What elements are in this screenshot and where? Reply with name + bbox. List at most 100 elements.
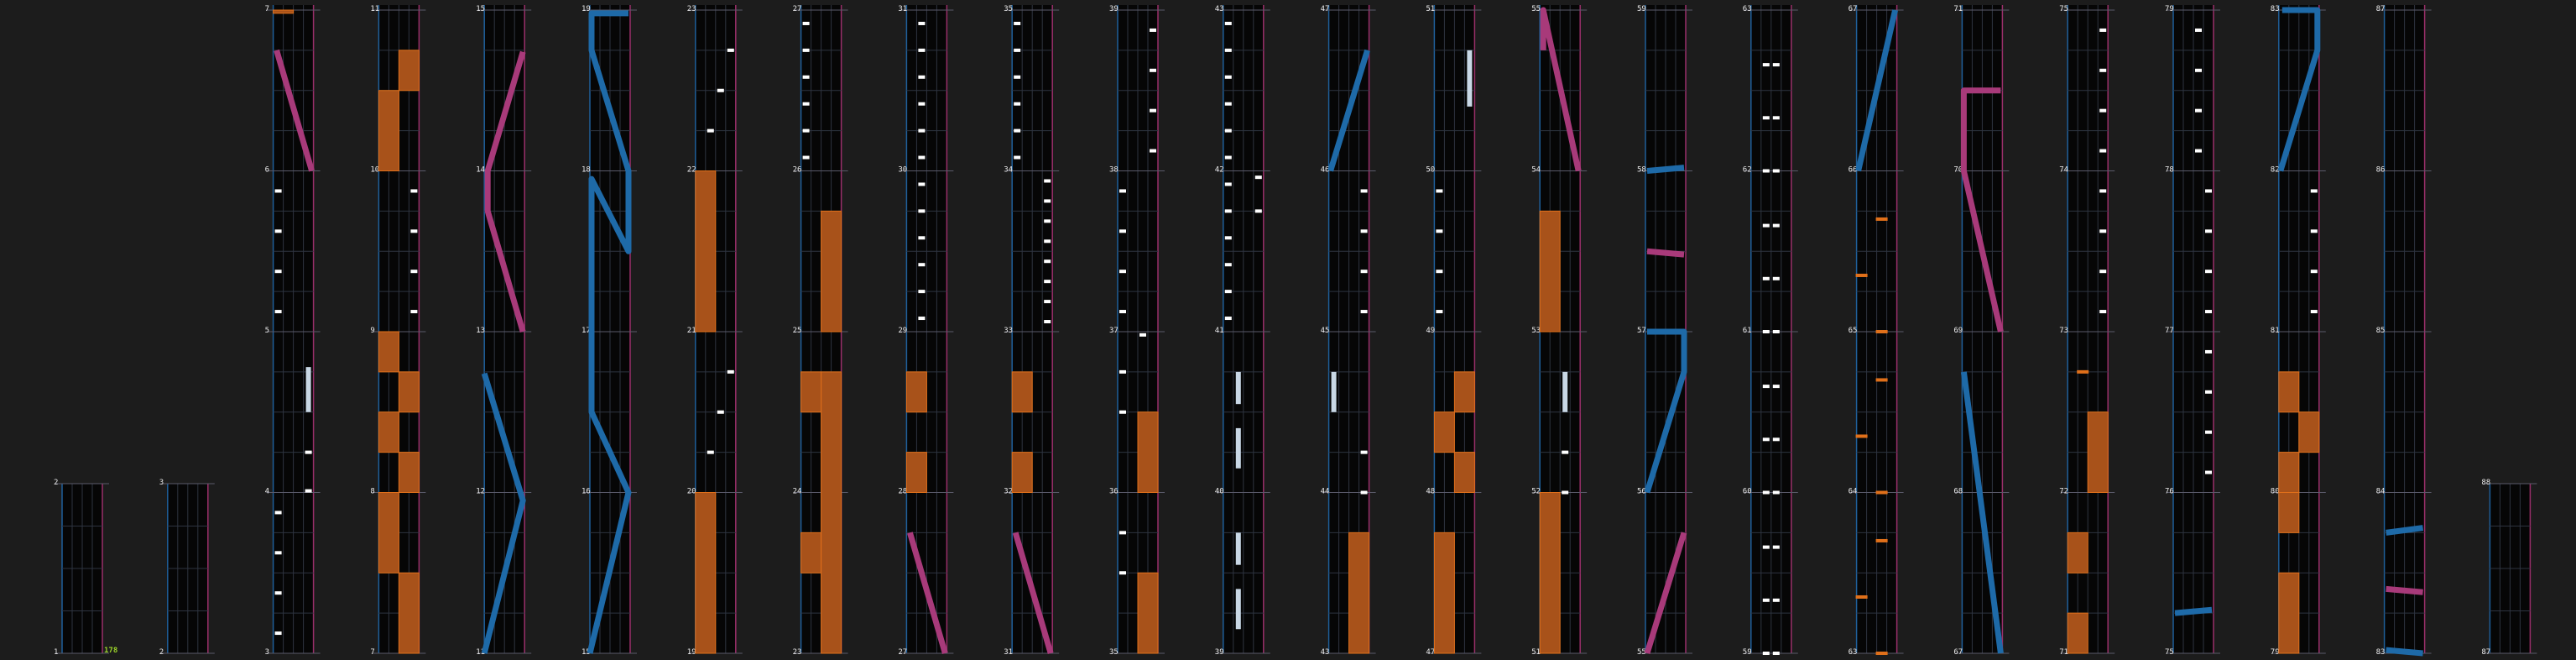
lane-column: 35 36 37 38 39 bbox=[1109, 5, 1165, 657]
measure-number-label: 87 bbox=[2481, 648, 2490, 657]
tap-note bbox=[918, 75, 926, 79]
tap-note bbox=[2310, 229, 2318, 233]
tap-note bbox=[727, 48, 734, 52]
orange-block bbox=[2278, 371, 2300, 413]
hold-note bbox=[1331, 371, 1337, 412]
tap-note bbox=[2205, 310, 2212, 314]
tap-note bbox=[2310, 189, 2318, 193]
lane-column: 27 28 29 30 31 bbox=[898, 5, 954, 657]
tap-note bbox=[802, 155, 810, 160]
tap-note bbox=[1360, 450, 1368, 454]
measure-number-label: 39 bbox=[1215, 648, 1224, 657]
tap-note bbox=[1562, 490, 1569, 495]
measure-number-label: 39 bbox=[1109, 5, 1119, 13]
hold-note bbox=[1235, 589, 1241, 630]
orange-block bbox=[2278, 452, 2300, 493]
measure-number-label: 18 bbox=[581, 166, 591, 175]
tap-note bbox=[2310, 270, 2318, 274]
measure-number-label: 43 bbox=[1215, 5, 1224, 13]
tap-note bbox=[2205, 189, 2212, 193]
orange-block bbox=[2087, 411, 2109, 493]
measure-number-label: 26 bbox=[793, 166, 802, 175]
tap-note bbox=[1772, 116, 1780, 120]
tap-note bbox=[1119, 189, 1126, 193]
measure-number-label: 37 bbox=[1109, 327, 1119, 335]
tap-note bbox=[410, 229, 418, 233]
measure-number-label: 43 bbox=[1321, 648, 1330, 657]
tap-note bbox=[802, 21, 810, 25]
measure-number-label: 1 bbox=[54, 648, 58, 657]
tap-note bbox=[1762, 63, 1770, 67]
lane-column: 39 40 41 42 43 bbox=[1215, 5, 1270, 657]
measure-number-label: 34 bbox=[1004, 166, 1013, 175]
measure-number-label: 60 bbox=[1743, 488, 1752, 496]
tap-note bbox=[707, 450, 714, 454]
measure-number-label: 5 bbox=[265, 327, 269, 335]
measure-number-label: 31 bbox=[898, 5, 907, 13]
measure-number-label: 61 bbox=[1743, 327, 1752, 335]
orange-dash bbox=[2077, 369, 2089, 374]
tap-note bbox=[1150, 28, 1156, 32]
tap-note bbox=[1044, 300, 1051, 304]
lane-column: 12 bbox=[54, 479, 109, 657]
orange-block bbox=[695, 170, 717, 333]
measure-number-label: 45 bbox=[1321, 327, 1330, 335]
measure-number-label: 25 bbox=[793, 327, 802, 335]
tap-note bbox=[1224, 290, 1232, 294]
tap-note bbox=[1044, 239, 1051, 244]
measure-number-label: 83 bbox=[2271, 5, 2280, 13]
tap-note bbox=[1772, 490, 1780, 495]
tap-note bbox=[1224, 263, 1232, 267]
measure-number-label: 6 bbox=[265, 166, 269, 175]
measure-number-label: 32 bbox=[1004, 488, 1013, 496]
measure-number-label: 20 bbox=[687, 488, 696, 496]
tap-note bbox=[1224, 75, 1232, 79]
tap-note bbox=[274, 310, 282, 314]
tap-note bbox=[1119, 410, 1126, 414]
measure-number-label: 88 bbox=[2481, 479, 2490, 487]
tap-note bbox=[918, 128, 926, 133]
tap-note bbox=[274, 270, 282, 274]
hold-note bbox=[1562, 371, 1568, 412]
orange-dash bbox=[1875, 217, 1888, 221]
tap-note bbox=[1224, 128, 1232, 133]
measure-number-label: 10 bbox=[370, 166, 379, 175]
measure-number-label: 35 bbox=[1004, 5, 1013, 13]
measure-number-label: 21 bbox=[687, 327, 696, 335]
measure-number-label: 63 bbox=[1849, 648, 1858, 657]
measure-number-label: 42 bbox=[1215, 166, 1224, 175]
tap-note bbox=[1772, 652, 1780, 655]
tap-note bbox=[1762, 437, 1770, 442]
orange-block bbox=[398, 572, 420, 654]
tap-note bbox=[1224, 236, 1232, 240]
tap-note bbox=[1762, 545, 1770, 549]
tap-note bbox=[1762, 385, 1770, 389]
tap-note bbox=[918, 236, 926, 240]
measure-number-label: 50 bbox=[1426, 166, 1435, 175]
orange-block bbox=[1011, 371, 1033, 413]
tap-note bbox=[1119, 571, 1126, 575]
measure-number-label: 31 bbox=[1004, 648, 1013, 657]
tap-note bbox=[1014, 75, 1021, 79]
orange-block bbox=[378, 90, 399, 171]
tap-note bbox=[1436, 270, 1443, 274]
orange-block bbox=[1433, 411, 1455, 453]
tap-note bbox=[1772, 63, 1780, 67]
measure-number-label: 65 bbox=[1849, 327, 1858, 335]
tap-note bbox=[2099, 189, 2107, 193]
lane-column: 23 bbox=[159, 479, 215, 657]
measure-number-label: 7 bbox=[370, 648, 374, 657]
measure-number-label: 78 bbox=[2165, 166, 2174, 175]
tap-note bbox=[2099, 310, 2107, 314]
measure-number-label: 73 bbox=[2059, 327, 2068, 335]
measure-number-label: 22 bbox=[687, 166, 696, 175]
orange-dash bbox=[1875, 652, 1888, 655]
measure-number-label: 2 bbox=[159, 648, 164, 657]
chart-view: 1223345677891011111213141515161718191920… bbox=[54, 5, 2537, 657]
tap-note bbox=[1360, 270, 1368, 274]
tap-note bbox=[1254, 209, 1262, 213]
tap-note bbox=[1360, 310, 1368, 314]
orange-block bbox=[1539, 210, 1561, 333]
tap-note bbox=[2195, 149, 2202, 153]
tap-note bbox=[802, 102, 810, 106]
